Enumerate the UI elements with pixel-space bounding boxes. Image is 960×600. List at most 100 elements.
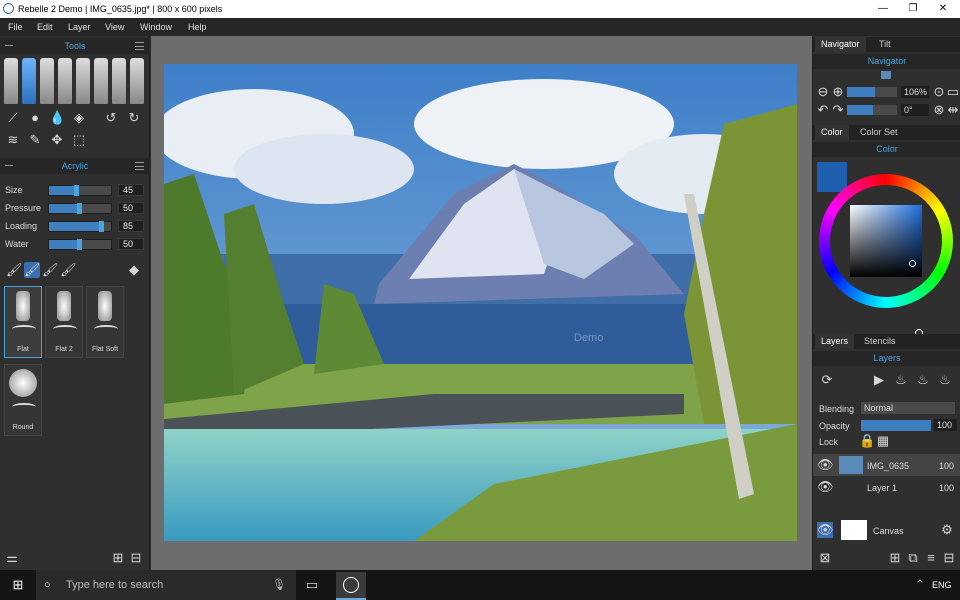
tool-pen[interactable] (58, 58, 72, 104)
redo-icon[interactable]: ↻ (126, 110, 142, 126)
brush-preset-flat-soft[interactable]: Flat Soft (86, 286, 124, 358)
brush-mode-2-icon[interactable]: 🖌 (42, 262, 59, 278)
size-value[interactable]: 45 (118, 184, 144, 196)
new-layer-icon[interactable]: ⊞ (887, 550, 903, 566)
tool-brush-2[interactable] (40, 58, 54, 104)
color-wheel[interactable] (819, 174, 953, 337)
menu-window[interactable]: Window (140, 22, 172, 32)
lock-icon[interactable]: 🔒 (859, 433, 875, 449)
wet-layer-icon[interactable]: ♨ (893, 372, 909, 388)
add-brush-icon[interactable]: ⊞ (110, 550, 126, 566)
tab-color[interactable]: Color (815, 125, 849, 140)
close-button[interactable]: ✕ (928, 2, 958, 16)
brush-mode-3-icon[interactable]: 🖌 (60, 262, 77, 278)
menu-view[interactable]: View (105, 22, 124, 32)
water-drop-icon[interactable]: 💧 (49, 110, 65, 126)
painting-canvas[interactable]: Demo (164, 64, 797, 541)
dry-layer-icon[interactable]: ♨ (915, 372, 931, 388)
brush-preset-flat[interactable]: Flat (4, 286, 42, 358)
zoom-value[interactable]: 106% (901, 86, 929, 98)
blending-select[interactable]: Normal (861, 402, 955, 414)
menu-help[interactable]: Help (188, 22, 207, 32)
visibility-eye-icon[interactable]: 👁 (817, 479, 834, 495)
language-indicator[interactable]: ENG (932, 580, 952, 590)
brush-mode-selected-icon[interactable]: 🖌 (24, 262, 41, 278)
collapse-icon[interactable] (5, 165, 13, 166)
opacity-value[interactable]: 100 (934, 419, 957, 431)
navigator-thumbnail[interactable] (881, 71, 891, 79)
task-view-icon[interactable]: ▭ (304, 577, 320, 593)
current-color-swatch[interactable] (817, 162, 847, 192)
canvas-layer-row[interactable]: 👁 Canvas ⚙ (813, 518, 960, 542)
brush-preset-flat-2[interactable]: Flat 2 (45, 286, 83, 358)
tool-roller[interactable] (130, 58, 144, 104)
tool-marker[interactable] (94, 58, 108, 104)
refresh-layer-icon[interactable]: ⟳ (819, 372, 835, 388)
rotation-slider[interactable] (847, 105, 897, 115)
restore-button[interactable]: ❐ (898, 2, 928, 16)
dry-icon[interactable]: ≋ (5, 132, 21, 148)
blend-icon[interactable]: ● (27, 110, 43, 126)
zoom-in-icon[interactable]: ⊕ (830, 84, 846, 100)
zoom-slider[interactable] (847, 87, 897, 97)
transform-icon[interactable]: ✥ (49, 132, 65, 148)
eraser-icon[interactable]: ◈ (71, 110, 87, 126)
tab-layers[interactable]: Layers (815, 334, 855, 349)
loading-slider[interactable] (48, 221, 112, 232)
panel-menu-icon[interactable] (135, 42, 144, 50)
rebelle-taskbar-app[interactable] (336, 572, 366, 600)
rotation-value[interactable]: 0° (901, 104, 929, 116)
opacity-slider[interactable] (861, 420, 931, 431)
water-value[interactable]: 50 (118, 238, 144, 250)
brush-mode-icon[interactable]: 🖌 (6, 262, 23, 278)
selection-icon[interactable]: ⬚ (71, 132, 87, 148)
tool-pencil[interactable] (4, 58, 18, 104)
loading-value[interactable]: 85 (118, 220, 144, 232)
visibility-eye-icon[interactable]: 👁 (817, 457, 834, 473)
brush-preset-round[interactable]: Round (4, 364, 42, 436)
size-slider[interactable] (48, 185, 112, 196)
settings-sliders-icon[interactable]: ⚌ (4, 550, 20, 566)
water-slider[interactable] (48, 239, 112, 250)
collapse-icon[interactable] (5, 45, 13, 46)
minimize-button[interactable]: — (868, 2, 898, 16)
taskbar-search-box[interactable]: ○ Type here to search 🎙 (36, 570, 296, 600)
rotate-right-icon[interactable]: ↷ (830, 102, 846, 118)
fit-screen-icon[interactable]: ▭ (945, 84, 960, 100)
canvas-area[interactable]: Demo (151, 36, 812, 570)
merge-layer-icon[interactable]: ≡ (923, 550, 939, 566)
remove-brush-icon[interactable]: ⊟ (128, 550, 144, 566)
menu-layer[interactable]: Layer (68, 22, 91, 32)
panel-menu-icon[interactable] (135, 162, 144, 170)
tab-stencils[interactable]: Stencils (858, 334, 902, 349)
microphone-icon[interactable]: 🎙 (272, 570, 286, 600)
windows-start-icon[interactable]: ⊞ (10, 577, 26, 593)
tool-ink[interactable] (76, 58, 90, 104)
tool-airbrush[interactable] (112, 58, 126, 104)
tool-brush-selected[interactable] (22, 58, 36, 104)
tab-navigator[interactable]: Navigator (815, 37, 866, 52)
tab-tilt[interactable]: Tilt (873, 37, 897, 52)
duplicate-layer-icon[interactable]: ⧉ (905, 550, 921, 566)
collapse-layer-icon[interactable]: ⊟ (941, 550, 957, 566)
pressure-value[interactable]: 50 (118, 202, 144, 214)
layer-row-img0635[interactable]: 👁 IMG_0635 100 (813, 454, 960, 476)
menu-file[interactable]: File (8, 22, 23, 32)
knife-icon[interactable]: ⟋ (5, 110, 21, 126)
delete-layer-icon[interactable]: ⊠ (817, 550, 833, 566)
eyedropper-icon[interactable]: ✎ (27, 132, 43, 148)
tray-chevron-icon[interactable]: ⌃ (912, 577, 928, 593)
undo-icon[interactable]: ↺ (103, 110, 119, 126)
rotate-left-icon[interactable]: ↶ (815, 102, 831, 118)
zoom-out-icon[interactable]: ⊖ (815, 84, 831, 100)
canvas-settings-icon[interactable]: ⚙ (939, 522, 955, 538)
play-icon[interactable]: ▶ (871, 372, 887, 388)
lock-transparency-icon[interactable]: ▦ (875, 433, 891, 449)
layer-row-layer1[interactable]: 👁 Layer 1 100 (813, 476, 960, 498)
dry-all-icon[interactable]: ♨ (937, 372, 953, 388)
color-picker-handle[interactable] (909, 260, 916, 267)
pressure-slider[interactable] (48, 203, 112, 214)
menu-edit[interactable]: Edit (37, 22, 53, 32)
flip-icon[interactable]: ⇹ (945, 102, 960, 118)
visibility-eye-icon[interactable]: 👁 (817, 522, 834, 538)
